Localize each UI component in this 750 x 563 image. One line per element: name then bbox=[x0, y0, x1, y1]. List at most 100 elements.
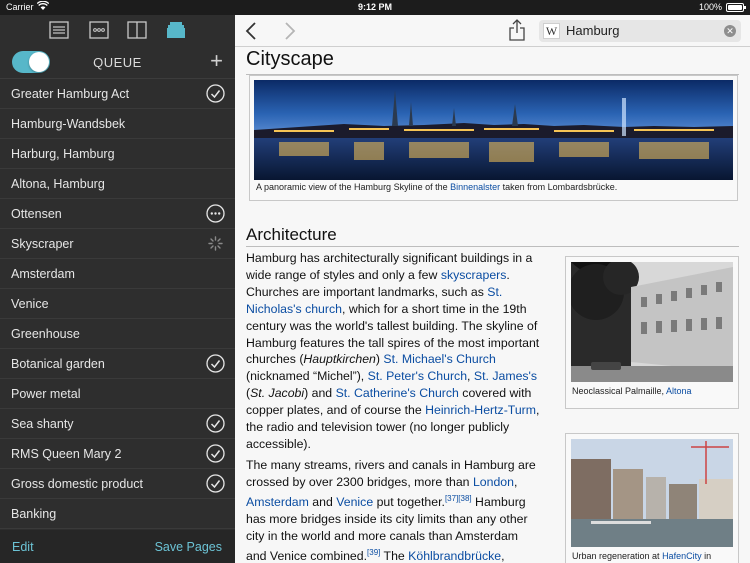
list-item[interactable]: Greater Hamburg Act bbox=[0, 79, 235, 109]
saved-check-icon bbox=[206, 84, 225, 103]
panorama-caption: A panoramic view of the Hamburg Skyline … bbox=[256, 182, 617, 192]
citation-37[interactable]: [37] bbox=[445, 494, 458, 503]
italic-text: Hauptkirchen bbox=[303, 352, 376, 367]
list-item-label: Greenhouse bbox=[11, 327, 80, 341]
more-options-icon[interactable] bbox=[206, 204, 225, 223]
saved-check-icon bbox=[206, 414, 225, 433]
text: and bbox=[308, 494, 337, 509]
heading-cityscape: Cityscape bbox=[246, 48, 334, 70]
hafencity-caption: Urban regeneration at HafenCity in bbox=[572, 551, 711, 561]
caption-text: A panoramic view of the Hamburg Skyline … bbox=[256, 182, 451, 192]
venice-link[interactable]: Venice bbox=[336, 495, 373, 509]
hafencity-figure: Urban regeneration at HafenCity in bbox=[565, 433, 739, 563]
architecture-paragraph: Hamburg has architecturally significant … bbox=[246, 250, 541, 453]
list-item[interactable]: Greenhouse bbox=[0, 319, 235, 349]
list-item-label: Amsterdam bbox=[11, 267, 75, 281]
list-item-label: Venice bbox=[11, 297, 49, 311]
text: The bbox=[380, 548, 409, 563]
tabs-view-icon[interactable] bbox=[88, 20, 110, 40]
palmaille-figure: Neoclassical Palmaille, Altona bbox=[565, 256, 739, 409]
status-bar: Carrier 9:12 PM 100% bbox=[0, 0, 750, 15]
save-pages-button[interactable]: Save Pages bbox=[155, 540, 222, 554]
list-item[interactable]: Ottensen bbox=[0, 199, 235, 229]
list-item-label: Greater Hamburg Act bbox=[11, 87, 130, 101]
list-item-label: RMS Queen Mary 2 bbox=[11, 447, 122, 461]
list-item-label: Banking bbox=[11, 507, 57, 521]
saved-check-icon bbox=[206, 474, 225, 493]
sidebar: QUEUE + Greater Hamburg Act Hamburg-Wands… bbox=[0, 15, 235, 563]
citation-39[interactable]: [39] bbox=[367, 548, 380, 557]
text: ) and bbox=[304, 386, 336, 401]
amsterdam-link[interactable]: Amsterdam bbox=[246, 495, 309, 509]
list-item[interactable]: Power metal bbox=[0, 379, 235, 409]
caption-text: Neoclassical Palmaille, bbox=[572, 386, 667, 396]
london-link[interactable]: London bbox=[473, 475, 514, 489]
list-view-icon[interactable] bbox=[48, 20, 70, 40]
citation-38[interactable]: [38] bbox=[458, 494, 471, 503]
skyscrapers-link[interactable]: skyscrapers bbox=[441, 268, 507, 282]
st-catherine-link[interactable]: St. Catherine's Church bbox=[336, 386, 459, 400]
heading-rule bbox=[246, 246, 739, 247]
st-james-link[interactable]: St. James's bbox=[474, 369, 537, 383]
sidebar-bottom-bar: Edit Save Pages bbox=[0, 530, 235, 563]
palmaille-image[interactable] bbox=[571, 262, 733, 382]
edit-button[interactable]: Edit bbox=[12, 540, 34, 554]
palmaille-caption: Neoclassical Palmaille, Altona bbox=[572, 386, 692, 396]
navigation-bar: W Hamburg ✕ bbox=[235, 15, 750, 47]
battery-percent: 100% bbox=[698, 2, 722, 12]
search-query: Hamburg bbox=[566, 23, 620, 38]
hafencity-image[interactable] bbox=[571, 439, 733, 547]
forward-icon[interactable] bbox=[280, 21, 298, 41]
queue-header: QUEUE + bbox=[0, 46, 235, 79]
list-item[interactable]: Banking bbox=[0, 499, 235, 529]
caption-text: Urban regeneration at bbox=[572, 551, 663, 561]
share-icon[interactable] bbox=[507, 19, 527, 41]
heinrich-hertz-link[interactable]: Heinrich-Hertz-Turm bbox=[425, 403, 536, 417]
list-item[interactable]: Sea shanty bbox=[0, 409, 235, 439]
list-item[interactable]: Gross domestic product bbox=[0, 469, 235, 499]
search-field[interactable]: W Hamburg ✕ bbox=[539, 20, 741, 42]
list-item-label: Power metal bbox=[11, 387, 81, 401]
text: , bbox=[467, 369, 474, 384]
list-item-label: Hamburg-Wandsbek bbox=[11, 117, 126, 131]
queue-list: Greater Hamburg Act Hamburg-Wandsbek Harbu… bbox=[0, 79, 235, 529]
list-item[interactable]: Amsterdam bbox=[0, 259, 235, 289]
list-item[interactable]: RMS Queen Mary 2 bbox=[0, 439, 235, 469]
clear-search-icon[interactable]: ✕ bbox=[724, 25, 736, 37]
saved-check-icon bbox=[206, 444, 225, 463]
add-icon[interactable]: + bbox=[210, 49, 223, 73]
sidebar-toolbar bbox=[0, 15, 235, 46]
kohlbrandbrucke-link[interactable]: Köhlbrandbrücke bbox=[408, 549, 501, 563]
caption-text: in bbox=[701, 551, 712, 561]
st-michael-link[interactable]: St. Michael's Church bbox=[383, 352, 495, 366]
panorama-figure: A panoramic view of the Hamburg Skyline … bbox=[249, 75, 738, 201]
reader-view-icon[interactable] bbox=[126, 20, 148, 40]
list-item-label: Harburg, Hamburg bbox=[11, 147, 115, 161]
list-item[interactable]: Skyscraper bbox=[0, 229, 235, 259]
panorama-image[interactable] bbox=[254, 80, 733, 180]
list-item[interactable]: Altona, Hamburg bbox=[0, 169, 235, 199]
text: , bbox=[513, 474, 518, 489]
list-item-label: Skyscraper bbox=[11, 237, 74, 251]
list-item-label: Ottensen bbox=[11, 207, 62, 221]
battery-icon bbox=[726, 3, 746, 12]
wikipedia-logo-icon: W bbox=[543, 23, 560, 39]
list-item[interactable]: Botanical garden bbox=[0, 349, 235, 379]
altona-link[interactable]: Altona bbox=[666, 386, 692, 396]
binnenalster-link[interactable]: Binnenalster bbox=[450, 182, 500, 192]
article-pane: W Hamburg ✕ Cityscape A panoramic view o… bbox=[235, 15, 750, 563]
list-item-label: Botanical garden bbox=[11, 357, 105, 371]
heading-architecture: Architecture bbox=[246, 225, 337, 244]
list-item-label: Sea shanty bbox=[11, 417, 74, 431]
caption-text: taken from Lombardsbrücke. bbox=[500, 182, 618, 192]
text: put together. bbox=[373, 494, 445, 509]
list-item-label: Gross domestic product bbox=[11, 477, 143, 491]
queue-stack-icon[interactable] bbox=[165, 20, 187, 40]
list-item[interactable]: Hamburg-Wandsbek bbox=[0, 109, 235, 139]
list-item[interactable]: Harburg, Hamburg bbox=[0, 139, 235, 169]
list-item[interactable]: Venice bbox=[0, 289, 235, 319]
clock: 9:12 PM bbox=[357, 2, 392, 12]
back-icon[interactable] bbox=[243, 21, 261, 41]
st-peter-link[interactable]: St. Peter's Church bbox=[368, 369, 467, 383]
hafencity-link[interactable]: HafenCity bbox=[662, 551, 702, 561]
